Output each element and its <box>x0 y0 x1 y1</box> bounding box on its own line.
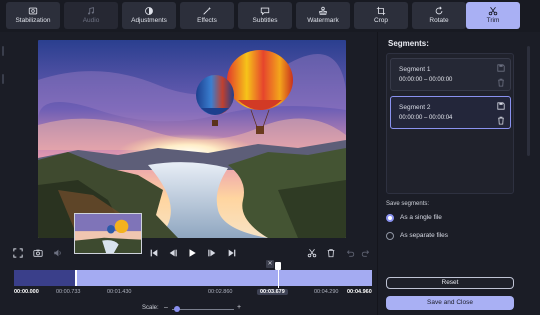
tab-label: Adjustments <box>131 17 167 25</box>
segment-range: 00:00:00 – 00:00:04 <box>399 115 453 121</box>
preview-image <box>38 40 346 238</box>
timeline-tick: 00:04.960 <box>347 289 372 295</box>
camera-icon <box>33 249 43 257</box>
close-marker-icon[interactable]: ✕ <box>266 260 274 268</box>
zoom-in-button[interactable]: + <box>237 304 241 311</box>
cut-button[interactable] <box>306 247 318 259</box>
tab-label: Trim <box>486 17 500 25</box>
play-icon <box>189 249 196 257</box>
thumbnail-image <box>75 214 141 253</box>
timeline-tick: 00:04.290 <box>314 289 339 295</box>
trash-icon[interactable] <box>497 78 505 87</box>
tab-effects[interactable]: Effects <box>180 2 234 29</box>
magic-wand-icon <box>203 7 212 15</box>
speech-bubble-icon <box>260 7 270 16</box>
save-and-close-button[interactable]: Save and Close <box>386 296 514 310</box>
skip-to-start-button[interactable] <box>148 247 160 259</box>
tab-label: Effects <box>197 17 217 25</box>
edge-marker <box>2 74 4 84</box>
scale-label: Scale: <box>142 305 159 311</box>
segment-item-active[interactable]: Segment 2 00:00:00 – 00:00:04 <box>390 96 511 129</box>
panel-scrollbar[interactable] <box>527 46 530 156</box>
thumbnail-preview[interactable] <box>74 213 142 254</box>
timeline-unselected <box>14 270 75 286</box>
tab-label: Watermark <box>307 17 339 25</box>
edge-marker <box>2 46 4 56</box>
timeline-selected-segment[interactable] <box>75 270 372 286</box>
delete-button[interactable] <box>325 247 337 259</box>
trash-icon <box>327 249 335 258</box>
skip-to-end-icon <box>228 249 236 257</box>
tab-crop[interactable]: Crop <box>354 2 408 29</box>
music-note-icon <box>88 7 94 15</box>
scale-slider-track[interactable] <box>172 309 234 310</box>
segment-start-handle[interactable] <box>75 270 77 286</box>
stamp-icon <box>319 6 327 15</box>
next-frame-button[interactable] <box>206 247 218 259</box>
tab-adjustments[interactable]: Adjustments <box>122 2 176 29</box>
timeline-tick: 00:00.733 <box>56 289 81 295</box>
redo-button[interactable] <box>360 247 372 259</box>
segment-range: 00:00:00 – 00:00:00 <box>399 77 453 83</box>
tab-watermark[interactable]: Watermark <box>296 2 350 29</box>
scale-slider-handle[interactable] <box>174 306 180 312</box>
volume-button[interactable] <box>52 247 64 259</box>
undo-icon <box>346 250 355 257</box>
toolbar: Stabilization Audio Adjustments Effects … <box>0 0 540 32</box>
video-preview[interactable] <box>38 40 346 238</box>
tab-stabilization[interactable]: Stabilization <box>6 2 60 29</box>
adjustments-icon <box>145 7 153 16</box>
step-back-icon <box>169 249 177 257</box>
tab-label: Stabilization <box>15 17 51 25</box>
redo-icon <box>361 250 370 257</box>
scissors-icon <box>488 7 498 16</box>
fullscreen-icon <box>13 248 23 258</box>
playhead[interactable] <box>278 264 279 288</box>
timeline-tick: 00:02.860 <box>208 289 233 295</box>
tab-label: Rotate <box>429 17 449 25</box>
tab-label: Subtitles <box>252 17 278 25</box>
rotate-icon <box>435 6 443 15</box>
undo-button[interactable] <box>344 247 356 259</box>
single-file-radio[interactable] <box>386 214 394 222</box>
zoom-out-button[interactable]: – <box>164 304 168 311</box>
timeline-tick: 00:01.430 <box>107 289 132 295</box>
speaker-icon <box>54 249 61 257</box>
segments-title: Segments: <box>388 39 429 48</box>
scissors-icon <box>307 249 317 258</box>
skip-to-start-icon <box>150 249 158 257</box>
skip-to-end-button[interactable] <box>226 247 238 259</box>
panel-divider <box>377 32 378 315</box>
single-file-label[interactable]: As a single file <box>400 214 442 221</box>
reset-button[interactable]: Reset <box>386 277 514 289</box>
timeline-tick: 00:00.000 <box>14 289 39 295</box>
step-forward-icon <box>208 249 216 257</box>
tab-subtitles[interactable]: Subtitles <box>238 2 292 29</box>
tab-trim[interactable]: Trim <box>466 2 520 29</box>
segment-name: Segment 2 <box>399 104 431 111</box>
fullscreen-button[interactable] <box>12 247 24 259</box>
current-time-label: 00:03.679 <box>257 289 288 295</box>
trash-icon[interactable] <box>497 116 505 125</box>
tab-label: Crop <box>373 17 389 25</box>
play-button[interactable] <box>186 247 198 259</box>
timeline-track[interactable] <box>14 270 372 286</box>
tab-rotate[interactable]: Rotate <box>412 2 466 29</box>
save-segments-label: Save segments: <box>386 201 430 207</box>
tab-label: Audio <box>82 17 100 25</box>
stabilization-icon <box>28 7 38 15</box>
left-edge <box>0 32 8 315</box>
segment-item[interactable]: Segment 1 00:00:00 – 00:00:00 <box>390 58 511 91</box>
snapshot-button[interactable] <box>32 247 44 259</box>
crop-icon <box>376 7 386 16</box>
previous-frame-button[interactable] <box>167 247 179 259</box>
save-icon[interactable] <box>497 102 505 110</box>
tab-audio[interactable]: Audio <box>64 2 118 29</box>
separate-files-label[interactable]: As separate files <box>400 232 448 239</box>
save-icon[interactable] <box>497 64 505 72</box>
segment-name: Segment 1 <box>399 66 431 73</box>
separate-files-radio[interactable] <box>386 232 394 240</box>
